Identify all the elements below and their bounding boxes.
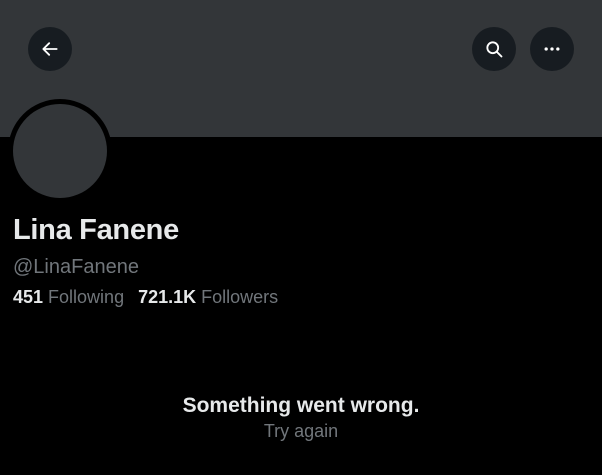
try-again-button[interactable]: Try again [0,421,602,442]
more-options-button[interactable] [530,27,574,71]
profile-handle: @LinaFanene [13,256,139,278]
followers-link[interactable]: 721.1K Followers [138,287,278,308]
followers-label: Followers [201,287,279,307]
profile-stats: 451 Following 721.1K Followers [13,287,278,308]
following-count: 451 [13,287,44,307]
profile-page: Lina Fanene @LinaFanene 451 Following 72… [0,0,602,475]
following-link[interactable]: 451 Following [13,287,124,308]
back-button[interactable] [28,27,72,71]
following-label: Following [48,287,125,307]
error-message: Something went wrong. [182,394,420,417]
avatar-placeholder [13,104,107,198]
search-icon [486,41,503,58]
avatar[interactable] [8,99,112,203]
profile-name: Lina Fanene [13,214,179,246]
search-button[interactable] [472,27,516,71]
followers-count: 721.1K [138,287,197,307]
more-horizontal-icon [544,47,560,51]
arrow-left-icon [42,42,58,56]
